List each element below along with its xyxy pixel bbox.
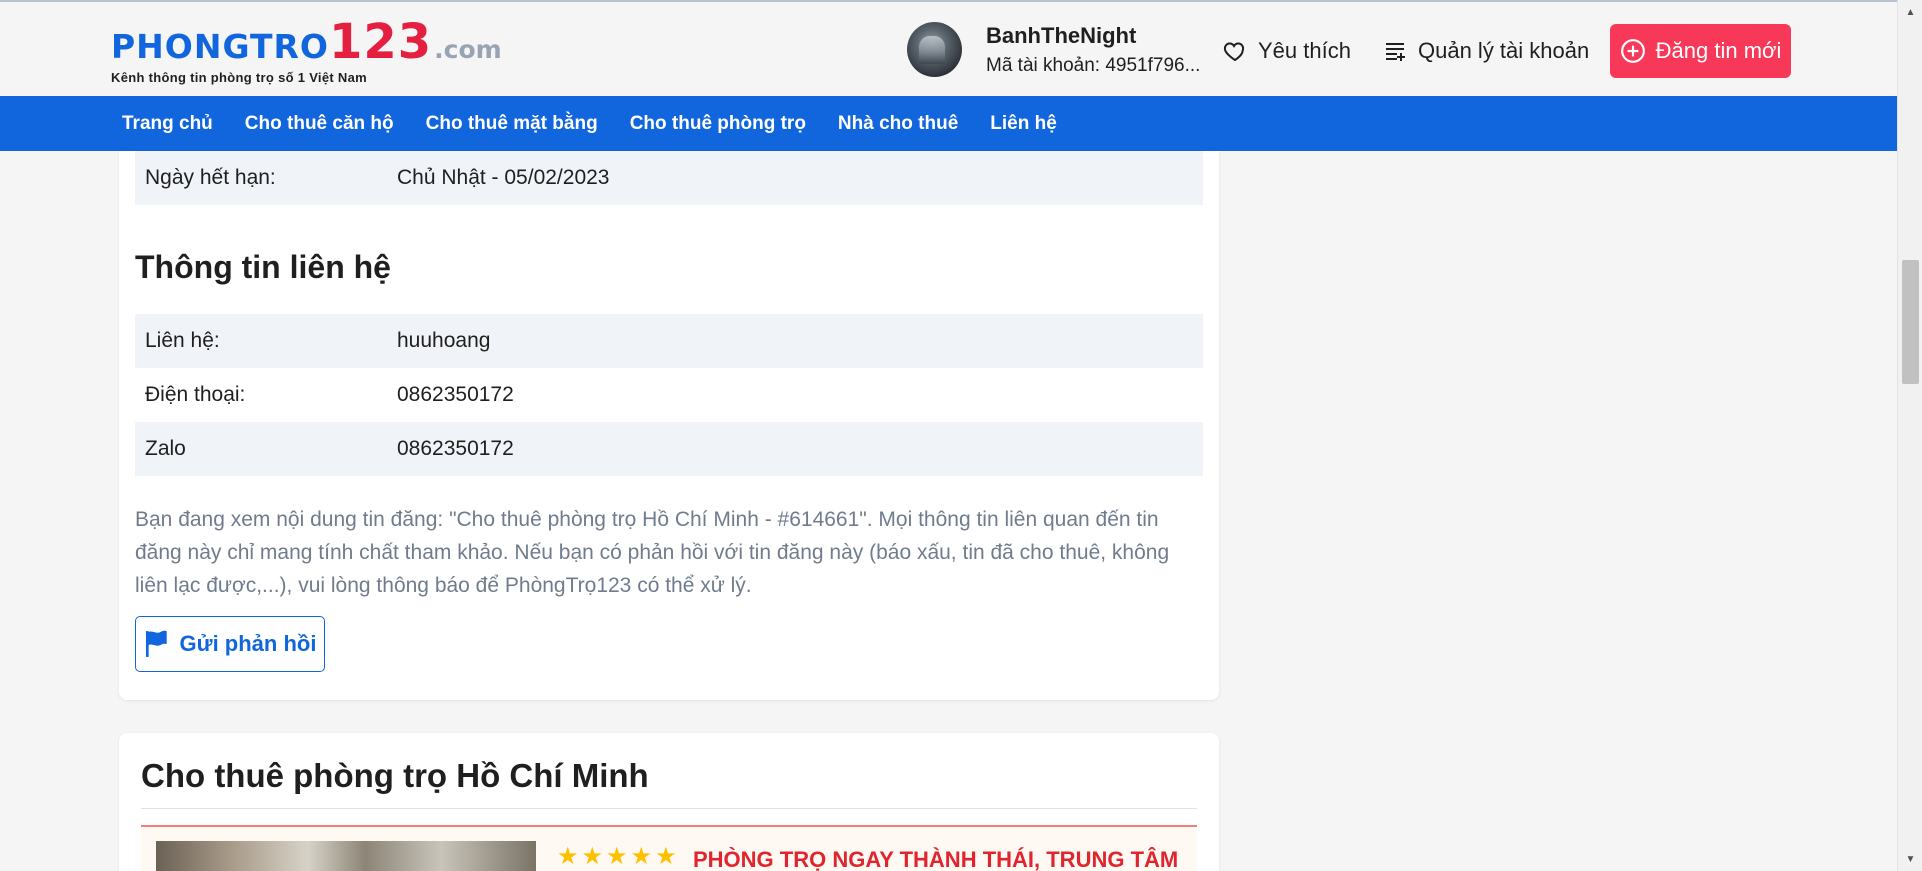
nav-item-home[interactable]: Trang chủ — [106, 96, 229, 151]
contact-row-phone: Điện thoại: 0862350172 — [135, 368, 1203, 422]
logo-slogan: Kênh thông tin phòng trọ số 1 Việt Nam — [111, 70, 367, 85]
post-detail-card: Ngày hết hạn: Chủ Nhật - 05/02/2023 Thôn… — [119, 151, 1219, 700]
scroll-up-arrow-icon[interactable]: ▲ — [1898, 2, 1922, 22]
send-feedback-button[interactable]: Gửi phản hồi — [135, 616, 325, 672]
contact-name-value: huuhoang — [397, 329, 491, 352]
contact-zalo-label: Zalo — [145, 437, 186, 460]
section-divider — [141, 808, 1197, 809]
post-new-listing-button[interactable]: Đăng tin mới — [1610, 24, 1791, 78]
favorites-link[interactable]: Yêu thích — [1222, 38, 1351, 64]
user-info: BanhTheNight Mã tài khoản: 4951f796... — [986, 23, 1200, 77]
list-item[interactable]: ★ ★ ★ ★ ★ PHÒNG TRỌ NGAY THÀNH THÁI, TRU… — [141, 825, 1197, 871]
star-icon: ★ — [557, 843, 579, 870]
related-section-title: Cho thuê phòng trọ Hồ Chí Minh — [141, 757, 649, 794]
nav-item-rooms[interactable]: Cho thuê phòng trọ — [614, 96, 822, 151]
account-management-label: Quản lý tài khoản — [1418, 38, 1590, 63]
listing-thumbnail[interactable] — [156, 841, 536, 871]
avatar[interactable] — [907, 22, 962, 77]
expiry-label: Ngày hết hạn: — [145, 166, 276, 189]
site-header: PHONGTRO 123 .com Kênh thông tin phòng t… — [0, 0, 1897, 96]
logo-text-com: .com — [434, 35, 502, 64]
contact-row-name: Liên hệ: huuhoang — [135, 314, 1203, 368]
post-new-listing-label: Đăng tin mới — [1655, 38, 1782, 63]
plus-circle-icon — [1620, 39, 1645, 63]
related-listings-card: Cho thuê phòng trọ Hồ Chí Minh ★ ★ ★ ★ ★… — [119, 733, 1219, 871]
heart-icon — [1223, 42, 1245, 62]
user-name: BanhTheNight — [986, 22, 1137, 48]
expiry-row: Ngày hết hạn: Chủ Nhật - 05/02/2023 — [135, 151, 1203, 205]
listing-title[interactable]: PHÒNG TRỌ NGAY THÀNH THÁI, TRUNG TÂM — [693, 847, 1178, 871]
favorites-label: Yêu thích — [1258, 38, 1351, 63]
contact-section-title: Thông tin liên hệ — [135, 249, 391, 285]
scrollbar-thumb[interactable] — [1902, 260, 1919, 384]
nav-item-apartments[interactable]: Cho thuê căn hộ — [229, 96, 410, 151]
star-icon: ★ — [655, 843, 677, 870]
scroll-down-arrow-icon[interactable]: ▼ — [1898, 849, 1922, 869]
account-management-link[interactable]: Quản lý tài khoản — [1382, 38, 1589, 64]
page-scrollbar[interactable]: ▲ ▼ — [1897, 0, 1922, 871]
site-logo[interactable]: PHONGTRO 123 .com Kênh thông tin phòng t… — [111, 18, 502, 85]
expiry-value: Chủ Nhật - 05/02/2023 — [397, 166, 610, 189]
user-account-id: Mã tài khoản: 4951f796... — [986, 54, 1201, 76]
disclaimer-note: Bạn đang xem nội dung tin đăng: "Cho thu… — [135, 508, 1170, 597]
contact-row-zalo: Zalo 0862350172 — [135, 422, 1203, 476]
logo-wordmark: PHONGTRO 123 .com — [111, 18, 502, 66]
list-settings-icon — [1386, 43, 1405, 61]
send-feedback-label: Gửi phản hồi — [179, 631, 317, 656]
star-icon: ★ — [630, 843, 653, 870]
contact-name-label: Liên hệ: — [145, 329, 220, 352]
nav-item-premises[interactable]: Cho thuê mặt bằng — [410, 96, 614, 151]
main-nav: Trang chủ Cho thuê căn hộ Cho thuê mặt b… — [0, 96, 1897, 151]
nav-item-houses[interactable]: Nhà cho thuê — [822, 96, 974, 151]
star-icon: ★ — [581, 843, 604, 870]
logo-text-phongtro: PHONGTRO — [111, 27, 329, 66]
contact-phone-value[interactable]: 0862350172 — [397, 383, 514, 407]
contact-phone-label: Điện thoại: — [145, 383, 246, 406]
nav-item-contact[interactable]: Liên hệ — [974, 96, 1073, 151]
flag-icon — [145, 630, 167, 657]
star-icon: ★ — [606, 843, 628, 870]
logo-text-123: 123 — [328, 14, 433, 70]
contact-zalo-value[interactable]: 0862350172 — [397, 437, 514, 461]
user-profile[interactable]: BanhTheNight Mã tài khoản: 4951f796... — [907, 22, 1200, 77]
rating-stars: ★ ★ ★ ★ ★ — [557, 845, 680, 869]
